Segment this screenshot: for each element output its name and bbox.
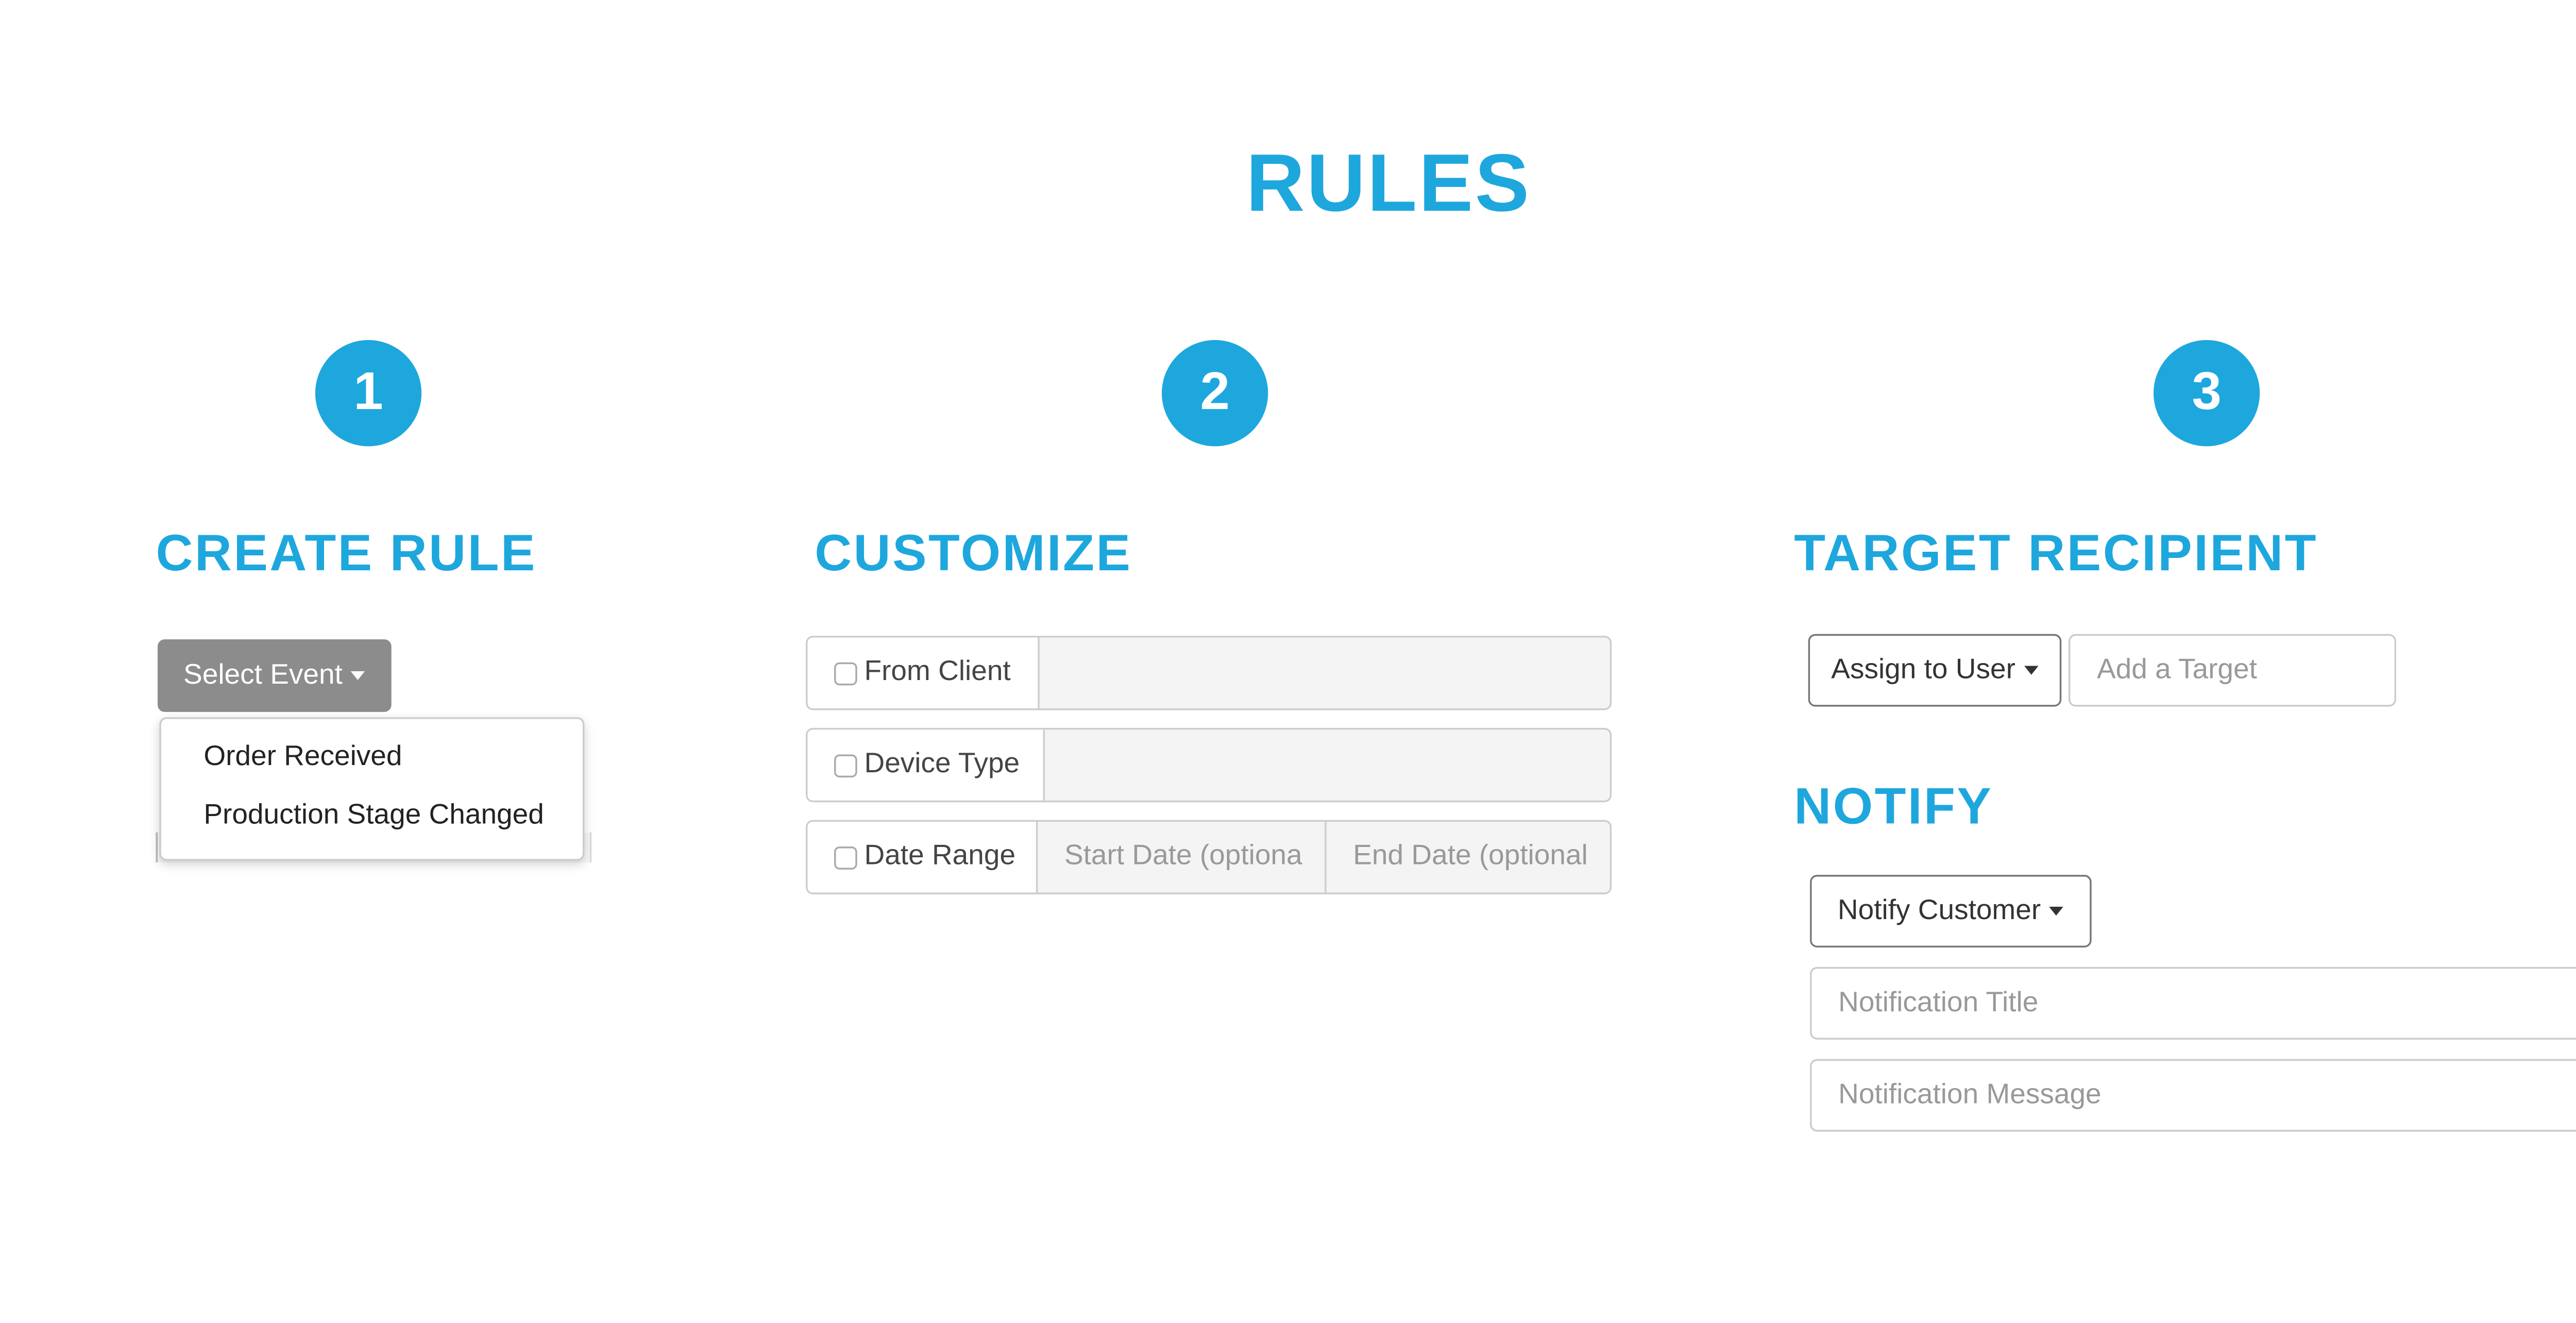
device-type-row: Device Type: [806, 727, 1612, 803]
notify-heading: NOTIFY: [1794, 779, 1993, 836]
rules-page: RULES 1 2 3 CREATE RULE CUSTOMIZE TARGET…: [0, 0, 2576, 1323]
device-type-checkbox[interactable]: [834, 753, 857, 777]
customize-heading: CUSTOMIZE: [815, 525, 1132, 583]
assign-to-user-button[interactable]: Assign to User: [1808, 634, 2062, 707]
from-client-label: From Client: [864, 657, 1011, 687]
from-client-row: From Client: [806, 636, 1612, 710]
caret-down-icon: [351, 671, 366, 680]
notification-message-input[interactable]: Notification Message: [1810, 1059, 2576, 1132]
step-3-badge: 3: [2154, 340, 2260, 447]
from-client-toggle[interactable]: From Client: [807, 637, 1040, 708]
page-title: RULES: [1246, 136, 1531, 229]
device-type-toggle[interactable]: Device Type: [807, 730, 1045, 801]
notification-title-input[interactable]: Notification Title: [1810, 966, 2576, 1040]
from-client-field[interactable]: [1039, 637, 1610, 708]
end-date-input[interactable]: End Date (optional: [1326, 822, 1610, 893]
create-rule-heading: CREATE RULE: [156, 525, 537, 583]
device-type-label: Device Type: [864, 749, 1020, 779]
date-range-toggle[interactable]: Date Range: [807, 822, 1038, 893]
notify-customer-label: Notify Customer: [1837, 895, 2041, 926]
menu-item-order-received[interactable]: Order Received: [204, 742, 402, 774]
add-target-input[interactable]: Add a Target: [2069, 634, 2396, 707]
notify-customer-button[interactable]: Notify Customer: [1810, 875, 2092, 948]
device-type-field[interactable]: [1045, 730, 1610, 801]
step-2-badge: 2: [1162, 340, 1268, 447]
target-recipient-heading: TARGET RECIPIENT: [1794, 525, 2318, 583]
assign-to-user-label: Assign to User: [1831, 654, 2015, 685]
select-event-label: Select Event: [183, 659, 343, 690]
date-range-row: Date Range Start Date (optiona End Date …: [806, 820, 1612, 894]
date-range-label: Date Range: [864, 841, 1016, 872]
menu-item-production-stage-changed[interactable]: Production Stage Changed: [204, 801, 544, 833]
select-event-button[interactable]: Select Event: [157, 639, 392, 712]
event-dropdown-menu: Order Received Production Stage Changed: [159, 717, 585, 861]
step-1-badge: 1: [315, 340, 422, 447]
start-date-input[interactable]: Start Date (optiona: [1038, 822, 1327, 893]
caret-down-icon: [2024, 666, 2039, 675]
from-client-checkbox[interactable]: [834, 661, 857, 685]
date-range-checkbox[interactable]: [834, 845, 857, 869]
caret-down-icon: [2049, 907, 2064, 916]
